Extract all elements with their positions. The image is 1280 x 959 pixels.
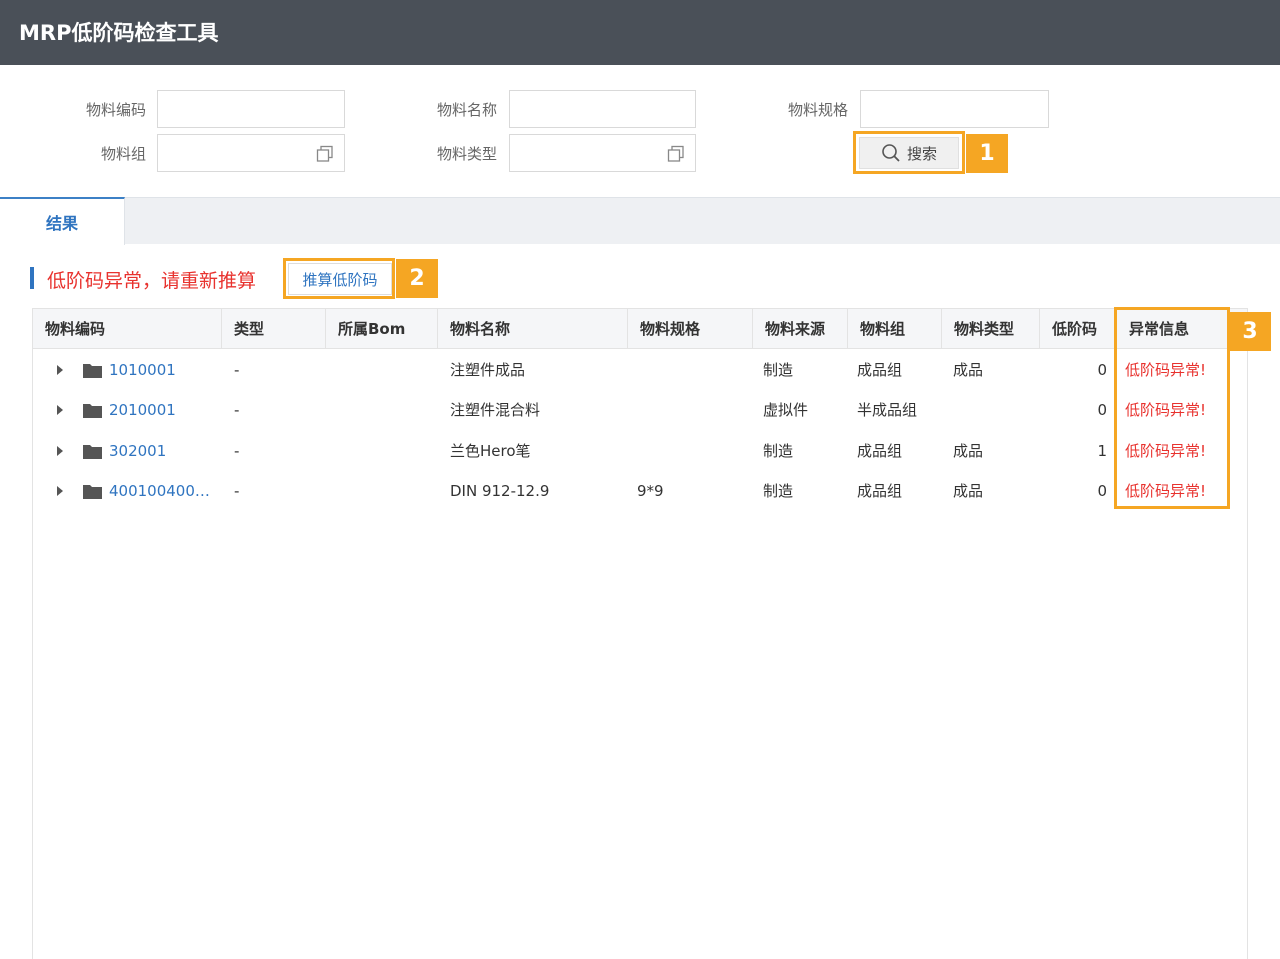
col-bom[interactable]: 所属Bom [326,309,438,349]
tab-bar [0,197,1280,244]
cell-material-source: 制造 [763,442,794,460]
cell-low-level-code: 0 [1097,401,1107,419]
caret-right-icon[interactable] [57,405,63,415]
cell-bom [326,431,438,471]
cell-material-code[interactable]: 1010001 [109,350,219,390]
cell-material-spec [625,431,750,471]
cell-bom [326,350,438,390]
material-type-label: 物料类型 [436,145,497,163]
caret-right-icon[interactable] [57,365,63,375]
table-row[interactable]: 302001 - 兰色Hero笔 制造 成品组 成品 1 低阶码异常! [33,431,1247,471]
table-row[interactable]: 1010001 - 注塑件成品 制造 成品组 成品 0 低阶码异常! [33,350,1247,390]
col-material-name[interactable]: 物料名称 [438,309,628,349]
cell-material-source: 制造 [763,482,794,500]
cell-type: - [234,401,240,419]
col-low-level-code[interactable]: 低阶码 [1040,309,1117,349]
material-name-input-box [509,90,696,128]
cell-low-level-code: 0 [1097,482,1107,500]
folder-icon [83,445,102,459]
window-picker-icon[interactable] [667,145,685,163]
alert-accent-bar [30,267,34,289]
table-row[interactable]: 400100400… - DIN 912-12.9 9*9 制造 成品组 成品 … [33,471,1247,511]
cell-material-spec: 9*9 [637,482,664,500]
cell-type: - [234,482,240,500]
cell-material-spec [625,350,750,390]
cell-material-code[interactable]: 400100400… [109,471,219,511]
annotation-badge-2: 2 [396,259,438,298]
caret-right-icon[interactable] [57,446,63,456]
table-row[interactable]: 2010001 - 注塑件混合料 虚拟件 半成品组 0 低阶码异常! [33,390,1247,430]
app-title: MRP低阶码检查工具 [19,21,219,45]
annotation-badge-1: 1 [966,134,1008,173]
grid-header: 物料编码 类型 所属Bom 物料名称 物料规格 物料来源 物料组 物料类型 低阶… [33,309,1247,349]
cell-bom [326,390,438,430]
tab-results[interactable]: 结果 [0,197,125,245]
col-material-code[interactable]: 物料编码 [33,309,222,349]
alert-message: 低阶码异常，请重新推算 [47,270,257,292]
cell-material-source: 制造 [763,361,794,379]
highlight-frame-3 [1114,307,1230,509]
cell-material-spec [625,390,750,430]
folder-icon [83,404,102,418]
col-material-source[interactable]: 物料来源 [753,309,848,349]
material-spec-input-box [860,90,1049,128]
col-material-group[interactable]: 物料组 [848,309,942,349]
title-bar: MRP低阶码检查工具 [0,0,1280,65]
cell-material-source: 虚拟件 [763,401,809,419]
cell-material-group: 成品组 [857,482,903,500]
window-picker-icon[interactable] [316,145,334,163]
cell-type: - [234,361,240,379]
cell-bom [326,471,438,511]
folder-icon [83,364,102,378]
cell-material-type: 成品 [953,482,984,500]
annotation-badge-3: 3 [1229,312,1271,351]
cell-low-level-code: 1 [1097,442,1107,460]
cell-material-type: 成品 [953,442,984,460]
material-group-label: 物料组 [100,145,146,163]
material-name-input[interactable] [510,91,695,127]
cell-material-type [941,390,1039,430]
material-name-label: 物料名称 [436,101,497,119]
material-type-input-box [509,134,696,172]
cell-material-type: 成品 [953,361,984,379]
results-grid: 物料编码 类型 所属Bom 物料名称 物料规格 物料来源 物料组 物料类型 低阶… [32,308,1248,959]
cell-material-group: 成品组 [857,361,903,379]
material-code-input-box [157,90,345,128]
material-spec-label: 物料规格 [787,101,848,119]
cell-low-level-code: 0 [1097,361,1107,379]
highlight-frame-2 [283,258,395,299]
cell-material-group: 半成品组 [857,401,918,419]
folder-icon [83,485,102,499]
cell-material-group: 成品组 [857,442,903,460]
highlight-frame-1 [853,131,965,174]
material-code-input[interactable] [158,91,344,127]
cell-material-name: 注塑件混合料 [450,401,541,419]
col-material-type[interactable]: 物料类型 [942,309,1040,349]
col-type[interactable]: 类型 [222,309,326,349]
material-spec-input[interactable] [861,91,1048,127]
col-material-spec[interactable]: 物料规格 [628,309,753,349]
cell-material-name: DIN 912-12.9 [450,482,550,500]
cell-material-name: 注塑件成品 [450,361,526,379]
cell-material-code[interactable]: 302001 [109,431,219,471]
cell-material-code[interactable]: 2010001 [109,390,219,430]
material-code-label: 物料编码 [85,101,146,119]
caret-right-icon[interactable] [57,486,63,496]
material-group-input-box [157,134,345,172]
cell-type: - [234,442,240,460]
cell-material-name: 兰色Hero笔 [450,442,531,460]
